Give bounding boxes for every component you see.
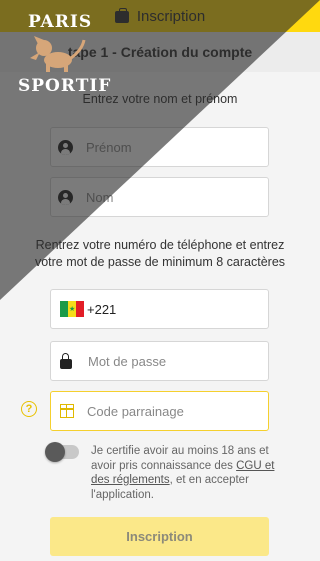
name-section-label: Entrez votre nom et prénom: [82, 92, 238, 106]
shopping-bag-icon: [114, 8, 129, 23]
credentials-label-line1: Rentrez votre numéro de téléphone et ent…: [35, 238, 285, 252]
last-name-placeholder: Nom: [86, 189, 114, 205]
top-bar: Inscription: [0, 0, 320, 32]
help-icon[interactable]: ?: [21, 401, 37, 417]
inscription-button[interactable]: Inscription: [50, 517, 269, 556]
step-header: tape 1 - Création du compte: [0, 32, 320, 72]
first-name-field[interactable]: Prénom: [50, 127, 269, 167]
gift-icon: [60, 404, 74, 418]
senegal-flag-icon[interactable]: [60, 301, 84, 317]
user-icon: [58, 139, 73, 155]
password-placeholder: Mot de passe: [88, 353, 167, 369]
credentials-label-line2: votre mot de passe de minimum 8 caractèr…: [34, 255, 286, 269]
phone-prefix: +221: [87, 301, 117, 317]
last-name-field[interactable]: Nom: [50, 177, 269, 217]
age-consent-toggle[interactable]: [45, 442, 79, 462]
referral-placeholder: Code parrainage: [87, 403, 184, 419]
password-field[interactable]: Mot de passe: [50, 341, 269, 381]
phone-field[interactable]: +221: [50, 289, 269, 329]
referral-code-field[interactable]: Code parrainage: [50, 391, 269, 431]
first-name-placeholder: Prénom: [86, 139, 132, 155]
step-title: tape 1 - Création du compte: [67, 44, 253, 60]
lock-icon: [60, 353, 72, 369]
page-title: Inscription: [136, 7, 206, 25]
consent-text: Je certifie avoir au moins 18 ans et avo…: [91, 444, 291, 502]
user-icon: [58, 189, 73, 205]
toggle-knob: [45, 442, 65, 462]
